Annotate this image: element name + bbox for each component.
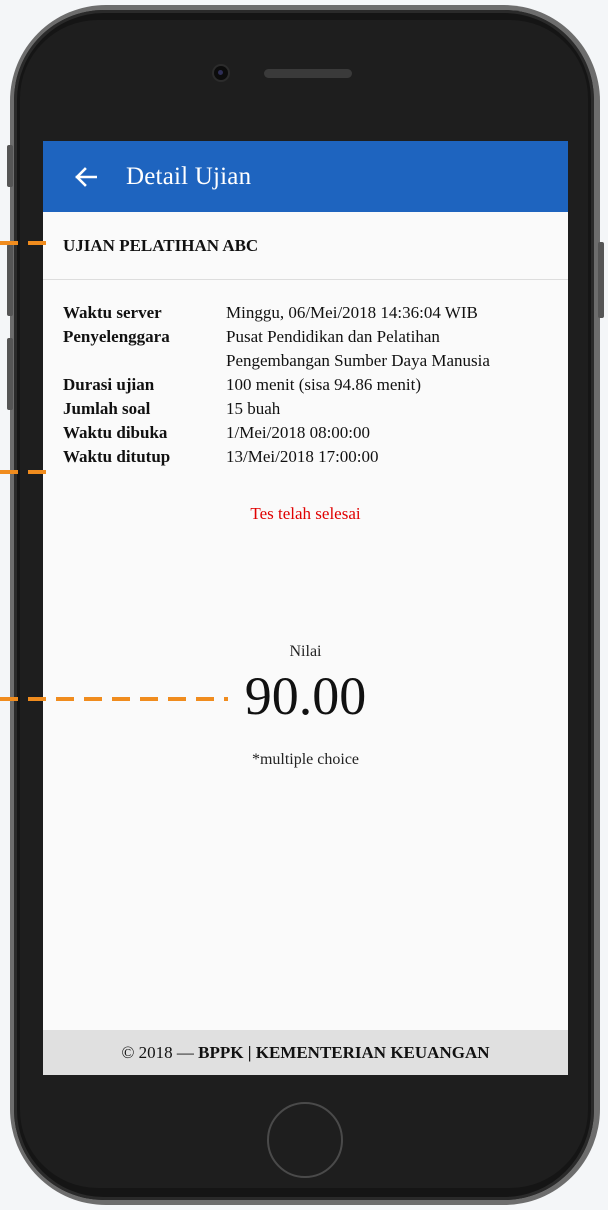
volume-down-button xyxy=(7,338,13,410)
detail-label: Jumlah soal xyxy=(63,399,151,418)
home-button[interactable] xyxy=(267,1102,343,1178)
callout-line-score xyxy=(0,697,228,701)
footer-organization: BPPK | KEMENTERIAN KEUANGAN xyxy=(198,1042,490,1062)
detail-label: Waktu dibuka xyxy=(63,423,168,442)
detail-row-server-time: Waktu server Minggu, 06/Mei/2018 14:36:0… xyxy=(63,301,568,325)
detail-value-line: 13/Mei/2018 17:00:00 xyxy=(226,447,379,466)
page-title: Detail Ujian xyxy=(126,162,252,190)
footer-copyright: © 2018 — xyxy=(121,1042,199,1062)
mute-switch xyxy=(7,145,13,187)
score-label: Nilai xyxy=(289,643,322,660)
volume-up-button xyxy=(7,244,13,316)
callout-line-exam-name xyxy=(0,241,48,245)
detail-value-line: 100 menit (sisa 94.86 menit) xyxy=(226,375,422,394)
speaker-grille xyxy=(264,69,352,78)
detail-value-line: Pengembangan Sumber Daya Manusia xyxy=(226,351,490,370)
detail-label: Waktu server xyxy=(63,303,162,322)
detail-label: Penyelenggara xyxy=(63,327,170,346)
detail-value-line: Minggu, 06/Mei/2018 14:36:04 WIB xyxy=(226,303,478,322)
power-button xyxy=(598,242,604,318)
detail-value-line: 1/Mei/2018 08:00:00 xyxy=(226,423,371,442)
detail-row-organizer: Penyelenggara Pusat Pendidikan dan Pelat… xyxy=(63,325,568,373)
detail-value: 15 buah xyxy=(226,397,280,421)
detail-row-duration: Durasi ujian 100 menit (sisa 94.86 menit… xyxy=(63,373,568,397)
score-note: *multiple choice xyxy=(251,751,360,768)
app-bar: Detail Ujian xyxy=(43,141,568,212)
detail-label: Durasi ujian xyxy=(63,375,155,394)
score-value: 90.00 xyxy=(244,666,367,726)
detail-value: 1/Mei/2018 08:00:00 xyxy=(226,421,370,445)
detail-value-line: 15 buah xyxy=(226,399,281,418)
status-message: Tes telah selesai xyxy=(250,504,361,523)
detail-value: Pusat Pendidikan dan Pelatihan Pengemban… xyxy=(226,325,490,373)
detail-value-line: Pusat Pendidikan dan Pelatihan xyxy=(226,327,440,346)
detail-value: Minggu, 06/Mei/2018 14:36:04 WIB xyxy=(226,301,478,325)
footer: © 2018 — BPPK | KEMENTERIAN KEUANGAN xyxy=(43,1030,568,1075)
exam-details: Waktu server Minggu, 06/Mei/2018 14:36:0… xyxy=(43,280,568,469)
detail-value: 100 menit (sisa 94.86 menit) xyxy=(226,373,421,397)
exam-name: UJIAN PELATIHAN ABC xyxy=(43,212,568,280)
detail-row-close-time: Waktu ditutup 13/Mei/2018 17:00:00 xyxy=(63,445,568,469)
detail-label: Waktu ditutup xyxy=(63,447,171,466)
callout-line-close-time xyxy=(0,470,48,474)
detail-row-question-count: Jumlah soal 15 buah xyxy=(63,397,568,421)
detail-row-open-time: Waktu dibuka 1/Mei/2018 08:00:00 xyxy=(63,421,568,445)
arrow-left-icon xyxy=(75,166,97,187)
back-button[interactable] xyxy=(66,157,106,197)
app-screen: Detail Ujian UJIAN PELATIHAN ABC Waktu s… xyxy=(43,141,568,1075)
camera-icon xyxy=(214,66,228,80)
detail-value: 13/Mei/2018 17:00:00 xyxy=(226,445,379,469)
